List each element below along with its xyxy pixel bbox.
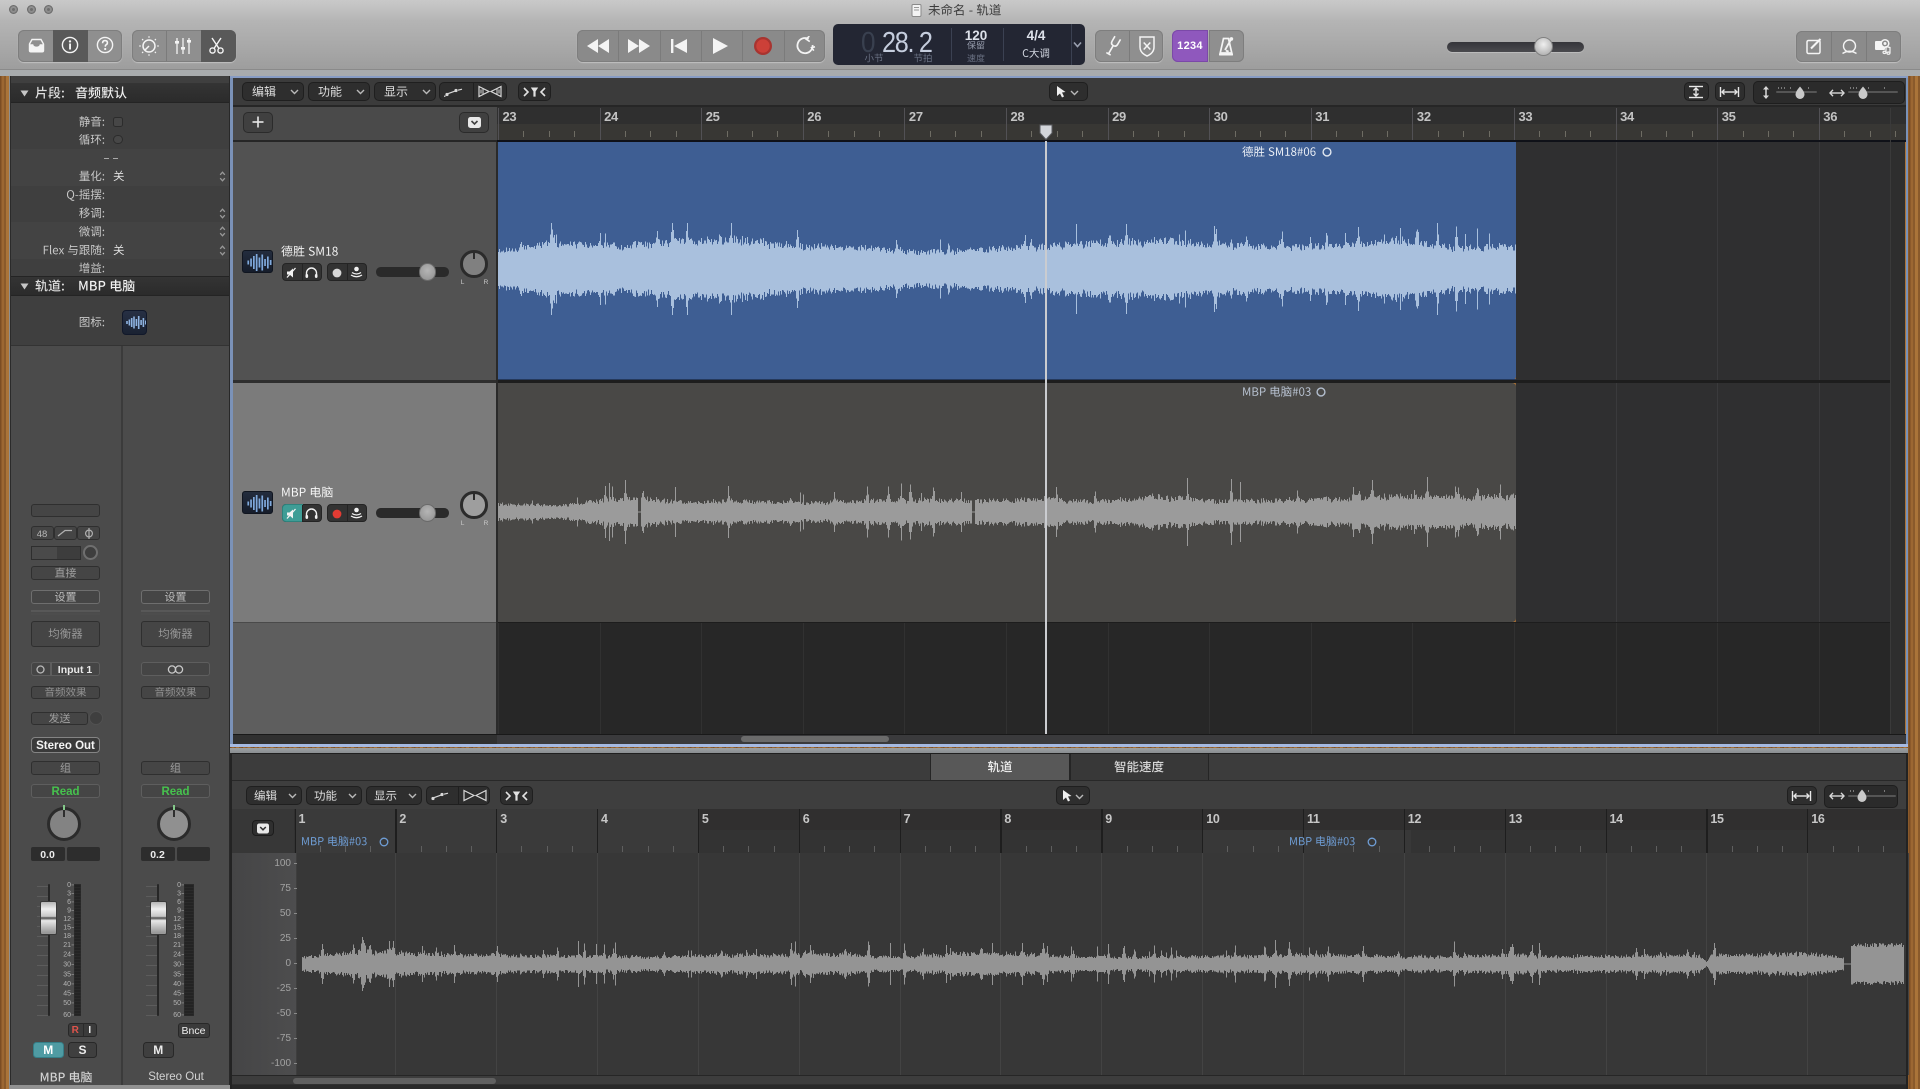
svg-text:35: 35 [63, 972, 71, 979]
svg-text:0: 0 [67, 882, 71, 889]
svg-text:60: 60 [63, 1012, 71, 1019]
svg-text:40: 40 [173, 981, 181, 988]
svg-text:0: 0 [177, 882, 181, 889]
svg-text:15: 15 [173, 925, 181, 932]
svg-text:9: 9 [67, 908, 71, 915]
svg-text:3: 3 [177, 891, 181, 898]
svg-text:6: 6 [67, 899, 71, 906]
svg-text:50: 50 [63, 1000, 71, 1007]
svg-text:60: 60 [173, 1012, 181, 1019]
svg-text:6: 6 [177, 899, 181, 906]
svg-text:3: 3 [67, 891, 71, 898]
svg-text:30: 30 [173, 962, 181, 969]
svg-text:40: 40 [63, 981, 71, 988]
svg-text:35: 35 [173, 972, 181, 979]
svg-text:15: 15 [63, 925, 71, 932]
svg-text:12: 12 [63, 916, 71, 923]
svg-text:21: 21 [173, 942, 181, 949]
svg-text:18: 18 [63, 933, 71, 940]
svg-text:30: 30 [63, 962, 71, 969]
svg-text:45: 45 [173, 991, 181, 998]
svg-text:21: 21 [63, 942, 71, 949]
svg-text:9: 9 [177, 908, 181, 915]
svg-text:12: 12 [173, 916, 181, 923]
svg-text:24: 24 [173, 952, 181, 959]
svg-text:18: 18 [173, 933, 181, 940]
svg-text:24: 24 [63, 952, 71, 959]
svg-text:45: 45 [63, 991, 71, 998]
svg-text:50: 50 [173, 1000, 181, 1007]
